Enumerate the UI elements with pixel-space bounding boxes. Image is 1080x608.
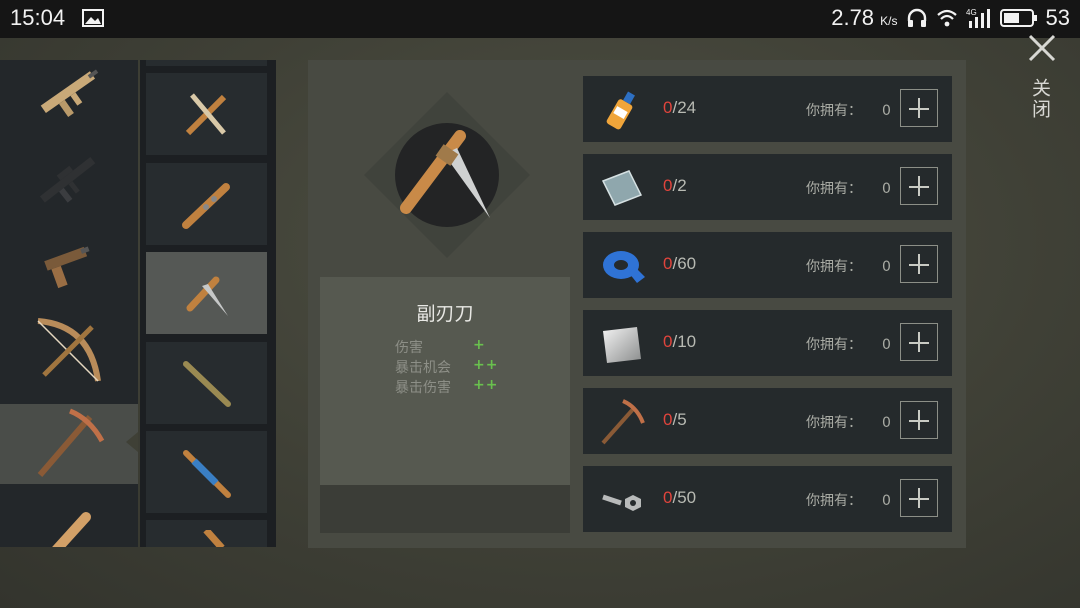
item-crossed-knives[interactable] [146, 73, 267, 155]
add-duct-tape-button[interactable] [900, 245, 938, 283]
category-baseball-bat[interactable] [0, 490, 138, 547]
category-pistol[interactable] [0, 225, 138, 305]
material-count: 0/10 [663, 332, 697, 351]
item-wooden-spear[interactable] [146, 342, 267, 424]
selected-item-preview [364, 92, 530, 258]
assault-rifle-icon [40, 69, 99, 117]
item-partial-top[interactable] [146, 60, 267, 66]
category-assault-rifle[interactable] [0, 60, 138, 132]
material-owned: 你拥有： 0 [806, 493, 891, 509]
signal-icon: 4G [966, 8, 990, 28]
headphones-icon [907, 8, 926, 27]
m16-rifle-icon [39, 156, 96, 203]
material-row-pickaxe: 0/5 你拥有： 0 [583, 388, 952, 454]
stat-crit-damage: 暴击伤害 ++ [395, 377, 499, 396]
clock: 15:04 [10, 5, 66, 30]
status-bar: 15:04 2.78 K/s 4G 53 [0, 0, 1080, 38]
material-row-nuts-bolts: 0/50 你拥有： 0 [583, 466, 952, 532]
club-partial-icon [202, 530, 225, 547]
close-button-label[interactable]: 关闭 [1029, 78, 1054, 120]
material-row-duct-tape: 0/60 你拥有： 0 [583, 232, 952, 298]
add-glue-button[interactable] [900, 89, 938, 127]
add-sheet-metal-button[interactable] [900, 323, 938, 361]
pistol-icon [44, 246, 90, 289]
stats-footer [320, 485, 570, 533]
material-owned: 你拥有： 0 [806, 103, 891, 119]
dagger-icon [186, 276, 228, 316]
material-count: 0/2 [663, 176, 687, 195]
pickaxe-icon [37, 408, 105, 477]
stat-crit-chance: 暴击机会 ++ [395, 357, 499, 376]
category-crossbow[interactable] [0, 310, 138, 390]
item-name: 副刃刀 [416, 303, 474, 325]
glue-bottle-icon [606, 91, 635, 130]
material-owned: 你拥有： 0 [806, 415, 891, 431]
taped-spear-icon [182, 450, 231, 498]
wooden-spear-icon [182, 361, 231, 407]
item-stats-card: 副刃刀 伤害 + 暴击机会 ++ 暴击伤害 ++ [320, 277, 570, 533]
category-pointer [126, 432, 138, 452]
wifi-icon [936, 9, 957, 27]
sheet-metal-icon [603, 327, 641, 363]
material-owned: 你拥有： 0 [806, 259, 891, 275]
material-count: 0/24 [663, 98, 697, 117]
item-dagger[interactable] [146, 252, 267, 334]
add-pickaxe-button[interactable] [900, 401, 938, 439]
material-owned: 你拥有： 0 [806, 337, 891, 353]
material-row-metal-plate: 0/2 你拥有： 0 [583, 154, 952, 220]
spiked-club-icon [181, 183, 230, 229]
battery-level: 53 [1045, 5, 1070, 30]
crossed-bone-knives-icon [185, 93, 226, 136]
material-row-sheet-metal: 0/10 你拥有： 0 [583, 310, 952, 376]
close-icon[interactable] [1024, 30, 1060, 66]
metal-plate-icon [601, 170, 643, 206]
baseball-bat-icon [52, 512, 91, 547]
item-list[interactable] [140, 60, 276, 547]
material-count: 0/50 [663, 488, 697, 507]
item-taped-spear[interactable] [146, 431, 267, 513]
material-row-glue: 0/24 你拥有： 0 [583, 76, 952, 142]
category-list[interactable] [0, 60, 138, 547]
material-count: 0/5 [663, 410, 687, 429]
material-count: 0/60 [663, 254, 697, 273]
network-type-label: 4G [966, 8, 977, 17]
category-m16[interactable] [0, 140, 138, 220]
material-owned: 你拥有： 0 [806, 181, 891, 197]
network-speed: 2.78 K/s [831, 5, 898, 30]
item-spiked-club[interactable] [146, 163, 267, 245]
item-club-partial[interactable] [146, 520, 267, 547]
gallery-notification-icon [82, 9, 104, 27]
add-metal-plate-button[interactable] [900, 167, 938, 205]
duct-tape-icon [603, 251, 645, 283]
add-nuts-bolts-button[interactable] [900, 479, 938, 517]
nuts-bolts-icon [602, 494, 641, 511]
pickaxe-material-icon [601, 399, 645, 445]
stat-damage: 伤害 + [395, 337, 486, 356]
battery-icon [999, 9, 1037, 27]
crossbow-icon [37, 318, 101, 382]
category-pickaxe[interactable] [0, 404, 138, 484]
